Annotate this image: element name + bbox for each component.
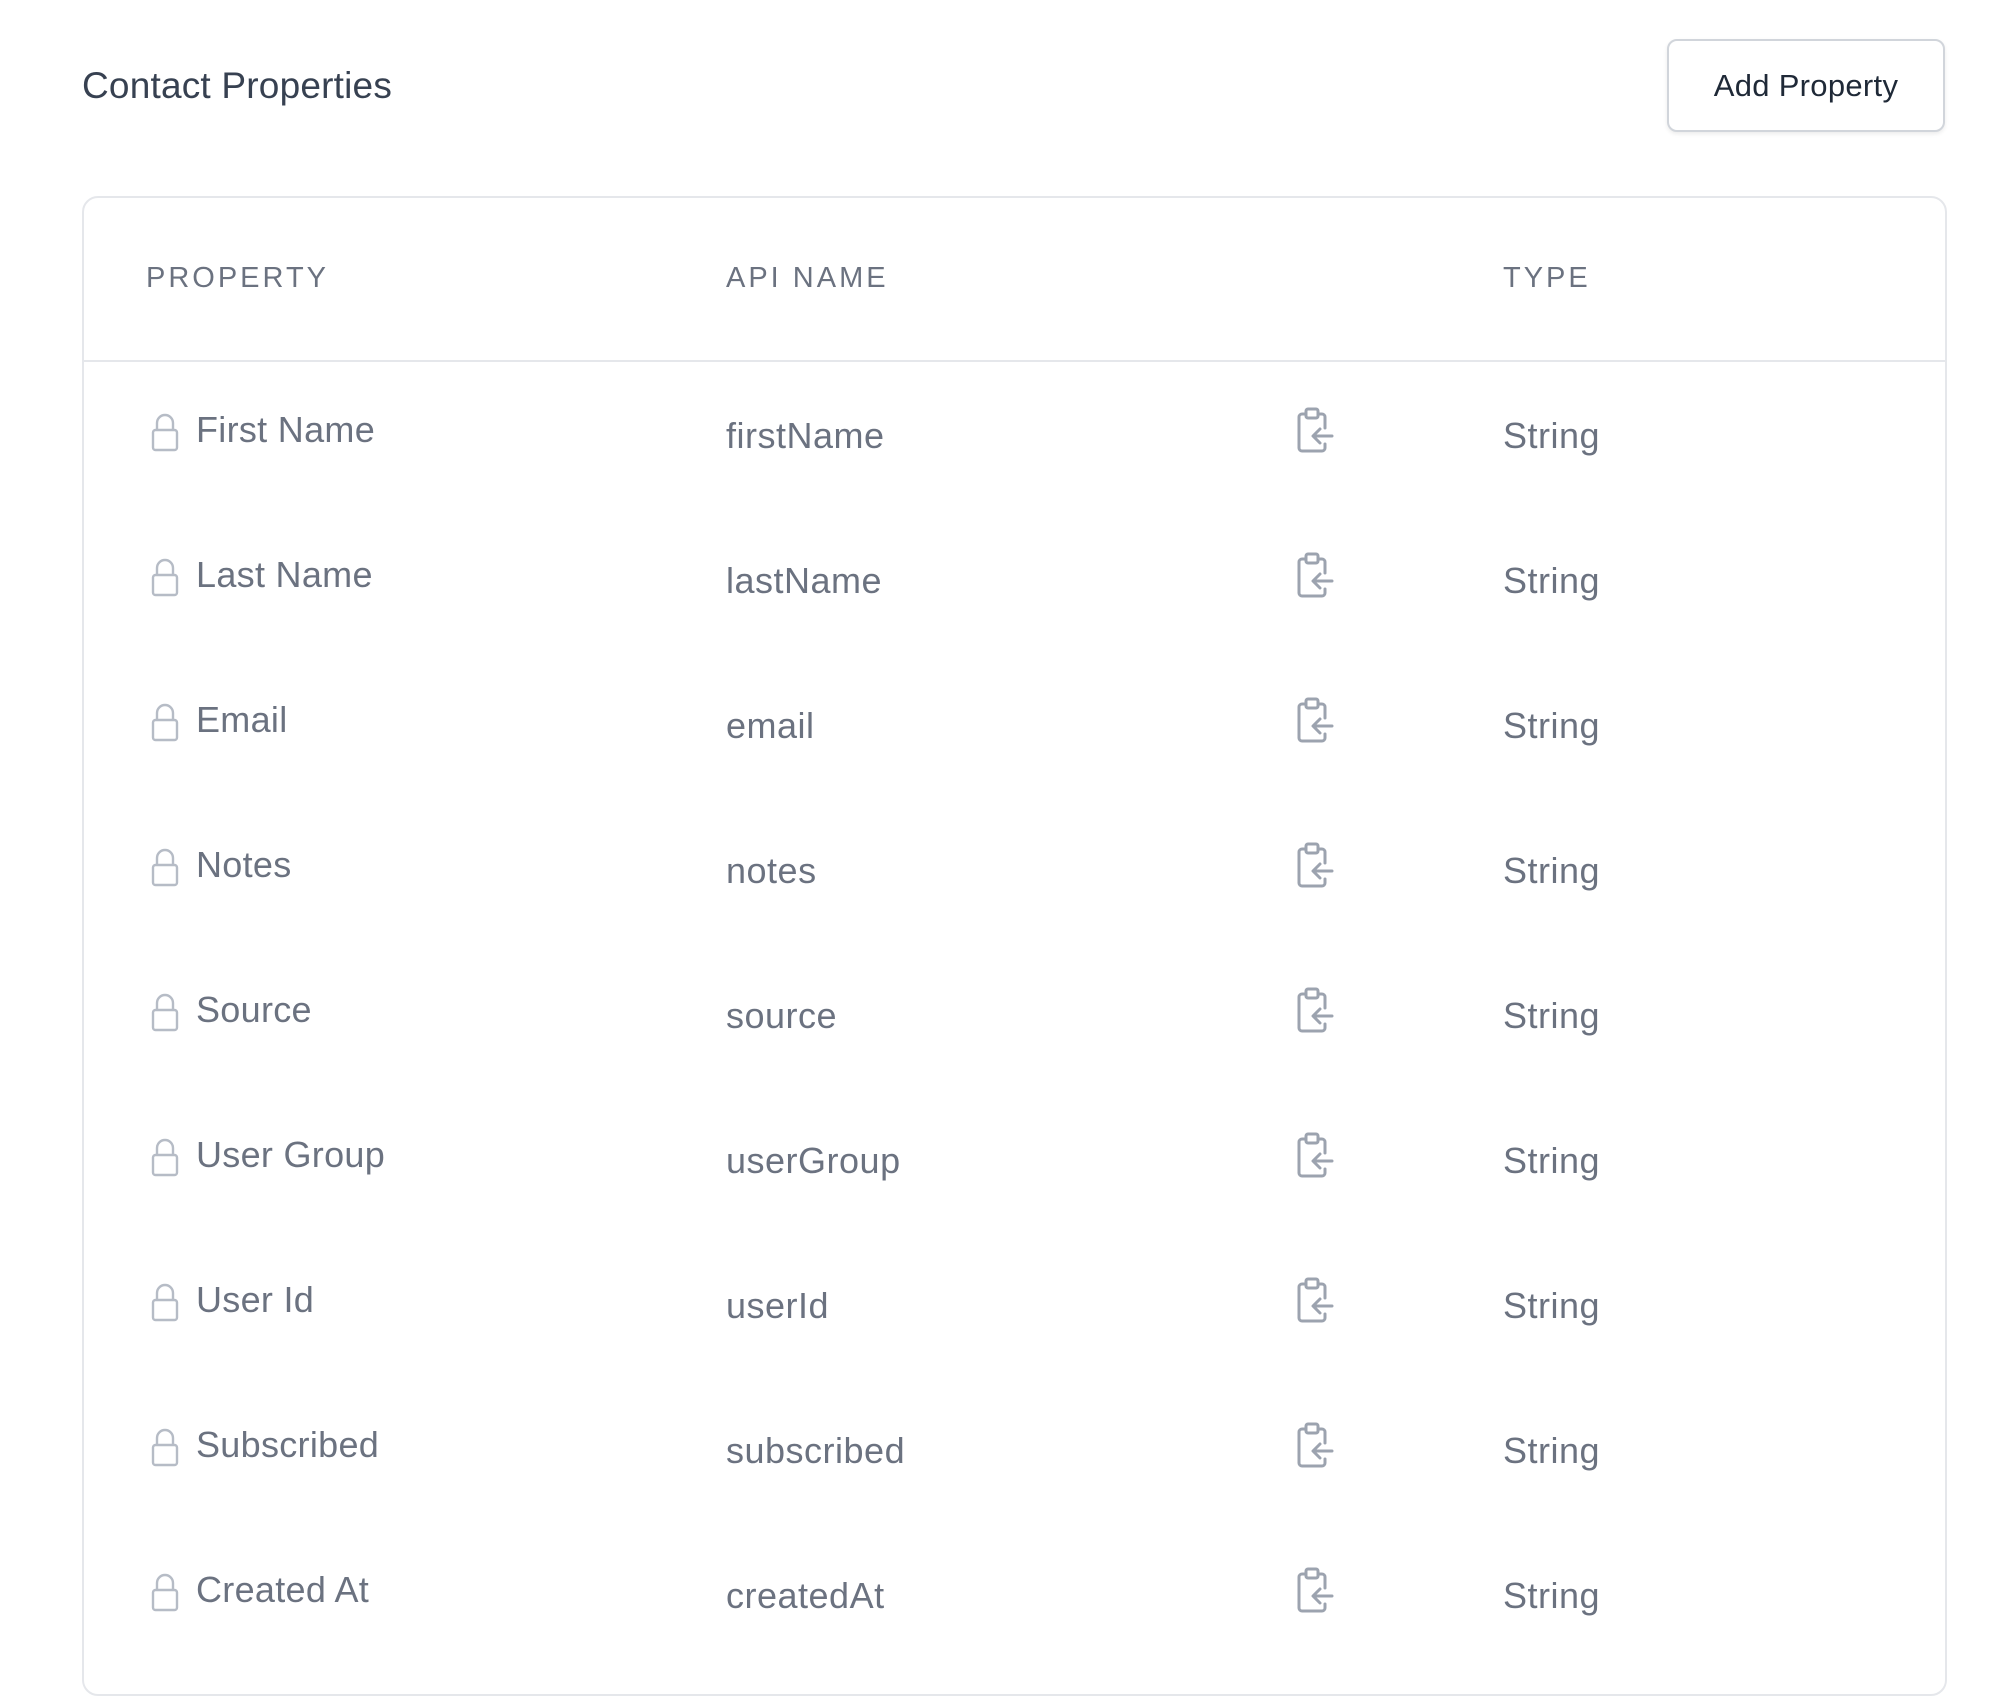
property-label: User Group <box>196 1134 386 1175</box>
column-header-type: TYPE <box>1503 262 1591 294</box>
table-row: Last Name lastName String <box>84 507 1945 652</box>
table-row: Email email String <box>84 652 1945 797</box>
table-row: Notes notes String <box>84 797 1945 942</box>
add-property-button[interactable]: Add Property <box>1667 39 1945 132</box>
copy-clipboard-icon[interactable] <box>1294 1566 1338 1614</box>
lock-icon <box>150 702 180 742</box>
copy-clipboard-icon[interactable] <box>1294 1421 1338 1469</box>
copy-clipboard-icon[interactable] <box>1294 1131 1338 1179</box>
type-value: String <box>1503 560 1601 601</box>
table-row: First Name firstName String <box>84 362 1945 507</box>
type-value: String <box>1503 1140 1601 1181</box>
api-name-value: subscribed <box>726 1430 906 1471</box>
page-title: Contact Properties <box>82 65 393 106</box>
lock-icon <box>150 1137 180 1177</box>
type-value: String <box>1503 850 1601 891</box>
table-row: Created At createdAt String <box>84 1522 1945 1667</box>
api-name-value: userId <box>726 1285 830 1326</box>
copy-clipboard-icon[interactable] <box>1294 406 1338 454</box>
type-value: String <box>1503 705 1601 746</box>
type-value: String <box>1503 1575 1601 1616</box>
api-name-value: firstName <box>726 415 885 456</box>
api-name-value: userGroup <box>726 1140 901 1181</box>
lock-icon <box>150 992 180 1032</box>
table-header: PROPERTY API NAME TYPE <box>84 198 1945 362</box>
table-row: Subscribed subscribed String <box>84 1377 1945 1522</box>
property-label: Created At <box>196 1569 370 1610</box>
lock-icon <box>150 847 180 887</box>
table-row: User Id userId String <box>84 1232 1945 1377</box>
table-row: Source source String <box>84 942 1945 1087</box>
copy-clipboard-icon[interactable] <box>1294 696 1338 744</box>
type-value: String <box>1503 1430 1601 1471</box>
property-label: Subscribed <box>196 1424 380 1465</box>
column-header-api-name: API NAME <box>726 262 889 294</box>
lock-icon <box>150 1427 180 1467</box>
type-value: String <box>1503 415 1601 456</box>
property-label: First Name <box>196 409 376 450</box>
copy-clipboard-icon[interactable] <box>1294 1276 1338 1324</box>
table-row: User Group userGroup String <box>84 1087 1945 1232</box>
api-name-value: email <box>726 705 815 746</box>
type-value: String <box>1503 995 1601 1036</box>
lock-icon <box>150 557 180 597</box>
property-label: Notes <box>196 844 292 885</box>
copy-clipboard-icon[interactable] <box>1294 986 1338 1034</box>
api-name-value: createdAt <box>726 1575 885 1616</box>
copy-clipboard-icon[interactable] <box>1294 841 1338 889</box>
lock-icon <box>150 1282 180 1322</box>
column-header-property: PROPERTY <box>146 262 330 294</box>
property-label: Source <box>196 989 312 1030</box>
api-name-value: source <box>726 995 838 1036</box>
api-name-value: notes <box>726 850 817 891</box>
lock-icon <box>150 412 180 452</box>
lock-icon <box>150 1572 180 1612</box>
copy-clipboard-icon[interactable] <box>1294 551 1338 599</box>
properties-table: PROPERTY API NAME TYPE First Name firstN… <box>82 196 1947 1696</box>
property-label: Email <box>196 699 288 740</box>
type-value: String <box>1503 1285 1601 1326</box>
property-label: Last Name <box>196 554 373 595</box>
api-name-value: lastName <box>726 560 883 601</box>
property-label: User Id <box>196 1279 315 1320</box>
